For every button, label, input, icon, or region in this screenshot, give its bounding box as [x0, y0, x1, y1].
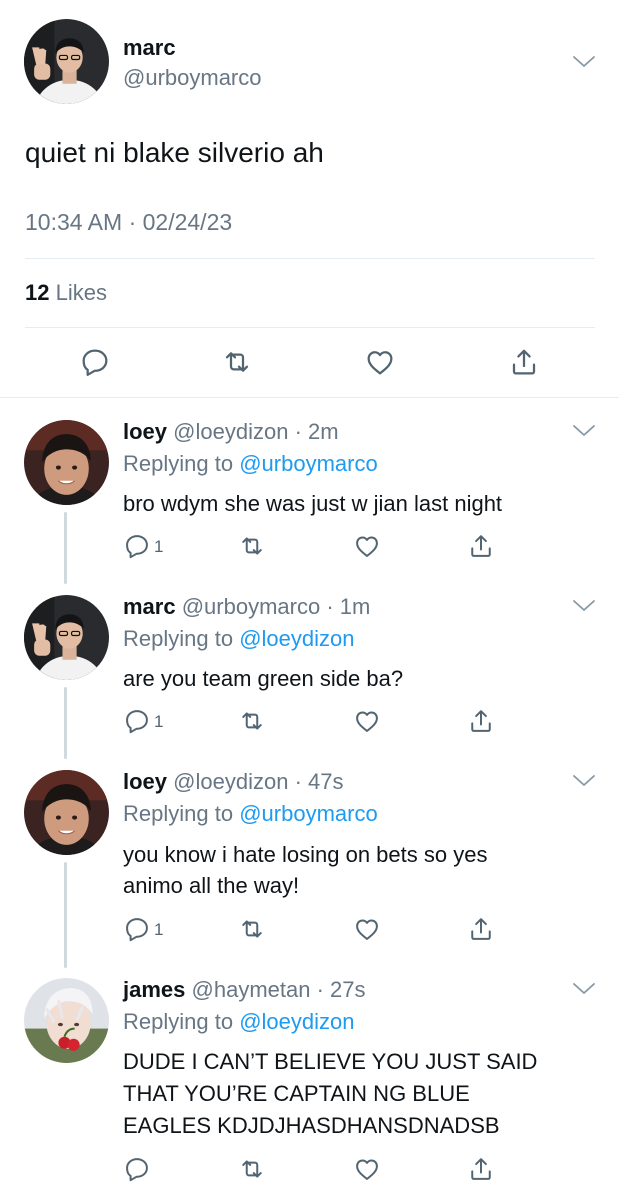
like-icon[interactable] — [353, 707, 381, 735]
reply-header: marc @urboymarco · 1m — [123, 593, 370, 621]
relative-time[interactable]: 27s — [330, 977, 365, 1002]
likes-summary[interactable]: 12 Likes — [25, 280, 107, 306]
avatar-marc-image — [24, 595, 109, 680]
display-name[interactable]: marc — [123, 35, 176, 61]
share-icon[interactable] — [467, 707, 495, 735]
reply-icon[interactable] — [123, 1155, 151, 1183]
reply-header: james @haymetan · 27s — [123, 976, 366, 1004]
replying-to-link[interactable]: @urboymarco — [239, 801, 378, 826]
chevron-down-icon[interactable] — [572, 55, 596, 69]
reply-text: bro wdym she was just w jian last night — [123, 489, 502, 519]
reply-text-line: bro wdym she was just w jian last night — [123, 491, 503, 516]
avatar[interactable] — [24, 978, 109, 1063]
reply-header: loey @loeydizon · 2m — [123, 418, 339, 446]
replying-to: Replying to @loeydizon — [123, 625, 355, 653]
relative-time[interactable]: 47s — [308, 769, 343, 794]
section-divider — [0, 397, 619, 398]
avatar[interactable] — [24, 420, 109, 505]
reply-count: 1 — [154, 537, 164, 556]
retweet-icon[interactable] — [238, 915, 266, 943]
likes-label: Likes — [55, 280, 107, 305]
divider — [25, 258, 595, 259]
like-icon[interactable] — [353, 532, 381, 560]
reply-count: 1 — [154, 920, 164, 939]
like-icon[interactable] — [353, 1155, 381, 1183]
handle[interactable]: @loeydizon — [173, 769, 288, 794]
replying-to-label: Replying to — [123, 801, 234, 826]
separator-dot: · — [310, 977, 331, 1002]
separator-dot: · — [320, 594, 340, 619]
chevron-down-icon[interactable] — [572, 599, 596, 613]
replying-to: Replying to @urboymarco — [123, 800, 378, 828]
chevron-down-icon[interactable] — [572, 424, 596, 438]
retweet-icon[interactable] — [238, 707, 266, 735]
reply-text: DUDE I CAN’T BELIEVE YOU JUST SAID THAT … — [123, 1046, 537, 1142]
share-icon[interactable] — [467, 1155, 495, 1183]
chevron-down-icon[interactable] — [572, 774, 596, 788]
handle[interactable]: @urboymarco — [123, 65, 262, 91]
tweet-text: quiet ni blake silverio ah — [25, 137, 324, 168]
like-icon[interactable] — [353, 915, 381, 943]
handle[interactable]: @urboymarco — [182, 594, 321, 619]
reply-icon[interactable] — [79, 346, 111, 378]
relative-time[interactable]: 2m — [308, 419, 339, 444]
likes-count: 12 — [25, 280, 50, 305]
separator-dot: · — [288, 419, 309, 444]
share-icon[interactable] — [467, 915, 495, 943]
avatar[interactable] — [24, 770, 109, 855]
share-icon[interactable] — [467, 532, 495, 560]
divider — [25, 327, 595, 328]
replying-to: Replying to @loeydizon — [123, 1008, 355, 1036]
relative-time[interactable]: 1m — [340, 594, 371, 619]
avatar-marc-image — [24, 19, 109, 104]
thread-line — [64, 862, 67, 968]
retweet-icon[interactable] — [238, 532, 266, 560]
replying-to-label: Replying to — [123, 451, 234, 476]
reply-header: loey @loeydizon · 47s — [123, 768, 344, 796]
replying-to-link[interactable]: @urboymarco — [239, 451, 378, 476]
display-name[interactable]: james — [123, 977, 185, 1002]
reply-icon[interactable] — [123, 707, 151, 735]
avatar[interactable] — [24, 595, 109, 680]
reply-text-line: EAGLES KDJDJHASDHANSDNADSB — [123, 1113, 500, 1138]
reply-text-line: you know i hate losing on bets so yes — [123, 842, 488, 867]
retweet-icon[interactable] — [238, 1155, 266, 1183]
retweet-icon[interactable] — [221, 346, 253, 378]
replying-to-link[interactable]: @loeydizon — [239, 626, 354, 651]
avatar-loey-image — [24, 770, 109, 855]
reply-count: 1 — [154, 712, 164, 731]
display-name[interactable]: loey — [123, 769, 167, 794]
reply-icon[interactable] — [123, 532, 151, 560]
reply-text-line: DUDE I CAN’T BELIEVE YOU JUST SAID — [123, 1049, 538, 1074]
display-name[interactable]: marc — [123, 594, 176, 619]
replying-to-label: Replying to — [123, 1009, 234, 1034]
like-icon[interactable] — [364, 346, 396, 378]
avatar[interactable] — [24, 19, 109, 104]
chevron-down-icon[interactable] — [572, 982, 596, 996]
reply-text-line: THAT YOU’RE CAPTAIN NG BLUE — [123, 1081, 470, 1106]
avatar-james-image — [24, 978, 109, 1063]
replying-to-label: Replying to — [123, 626, 234, 651]
reply-text: you know i hate losing on bets so yes an… — [123, 839, 487, 901]
reply-icon[interactable] — [123, 915, 151, 943]
avatar-loey-image — [24, 420, 109, 505]
handle[interactable]: @haymetan — [192, 977, 311, 1002]
replying-to: Replying to @urboymarco — [123, 450, 378, 478]
replying-to-link[interactable]: @loeydizon — [239, 1009, 354, 1034]
reply-text-line: animo all the way! — [123, 873, 300, 898]
handle[interactable]: @loeydizon — [173, 419, 288, 444]
timestamp[interactable]: 10:34 AM · 02/24/23 — [25, 208, 232, 236]
reply-text-line: are you team green side ba? — [123, 666, 404, 691]
display-name[interactable]: loey — [123, 419, 167, 444]
thread-line — [64, 512, 67, 584]
reply-text: are you team green side ba? — [123, 664, 403, 694]
separator-dot: · — [288, 769, 309, 794]
thread-line — [64, 687, 67, 759]
share-icon[interactable] — [508, 346, 540, 378]
